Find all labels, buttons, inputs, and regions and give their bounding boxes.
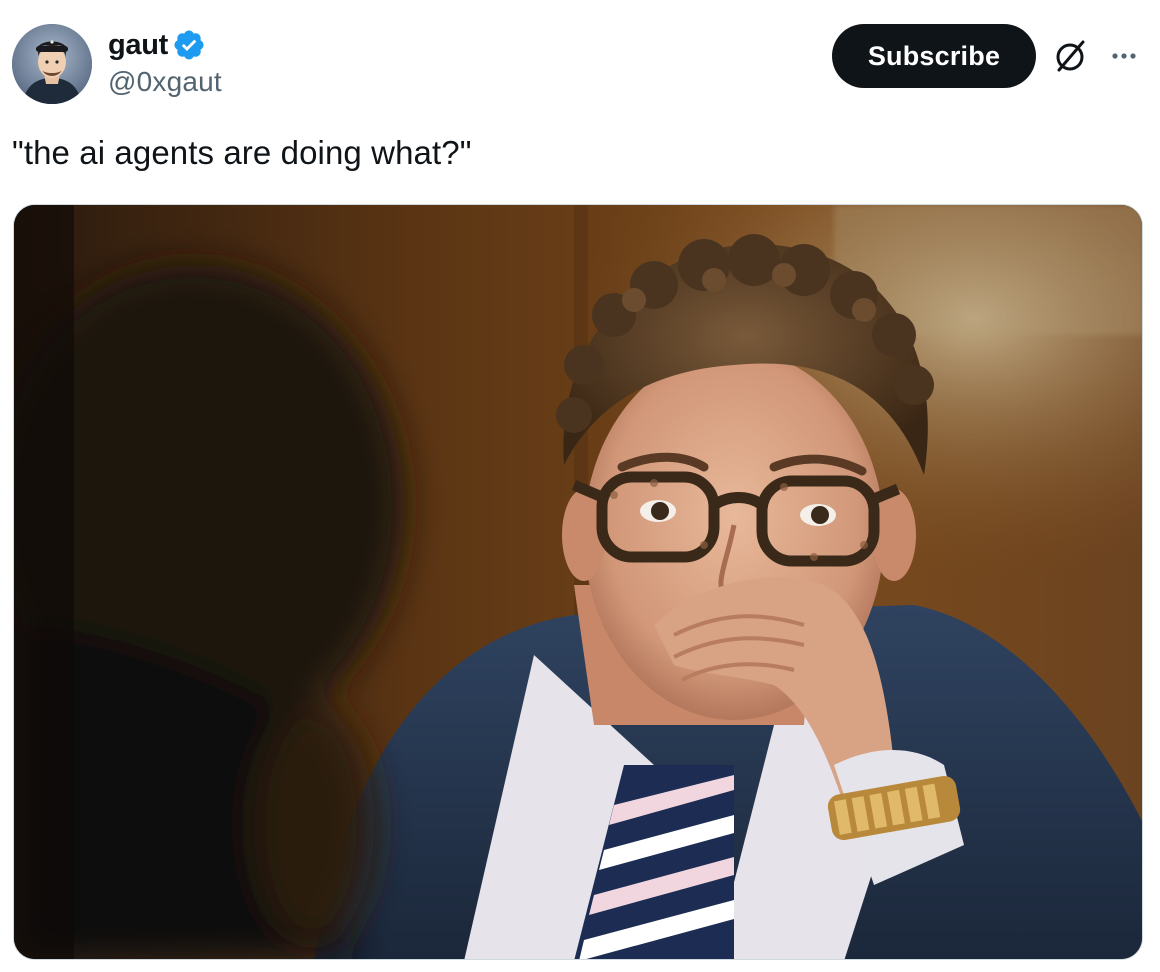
- display-name[interactable]: gaut: [108, 29, 168, 62]
- meme-photo: [14, 205, 1142, 959]
- verified-badge-icon: [172, 28, 206, 62]
- more-options-icon[interactable]: [1104, 36, 1144, 76]
- tweet-media-image[interactable]: [13, 204, 1143, 960]
- avatar[interactable]: [12, 24, 92, 104]
- avatar-illustration: [12, 24, 92, 104]
- author-handle[interactable]: @0xgaut: [108, 66, 222, 98]
- grok-icon[interactable]: [1050, 36, 1090, 76]
- tweet-header: gaut @0xgaut Subscribe: [12, 22, 1148, 106]
- subscribe-button[interactable]: Subscribe: [832, 24, 1036, 88]
- tweet-text: "the ai agents are doing what?": [12, 134, 472, 171]
- name-row: gaut: [108, 26, 222, 64]
- author-identity: gaut @0xgaut: [108, 26, 222, 98]
